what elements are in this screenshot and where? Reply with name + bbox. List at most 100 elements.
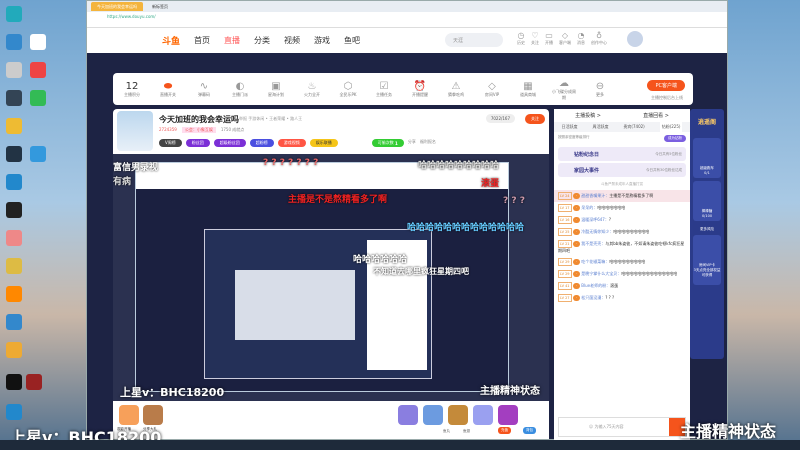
chance-pill[interactable]: 可偷次数 1 (371, 139, 404, 147)
home-events-banner[interactable]: 家园大事件 今日共有30位粉丝达成 (558, 163, 686, 177)
anniversary-banner[interactable]: 钻粉纪念日 今日共有5位粉丝 (558, 147, 686, 161)
tool-fire[interactable]: ♨ 火力全开 (299, 81, 325, 98)
file-icon[interactable] (30, 34, 46, 50)
username[interactable]: 呆呆的： (581, 205, 597, 210)
tool-danmaku-code[interactable]: ∿ 弹幕码 (191, 81, 217, 98)
pc-client-button[interactable]: PC客户端 (647, 80, 685, 91)
tool-pk[interactable]: ⬡ 全民乐PK (335, 81, 361, 98)
super-car-item[interactable]: 超级跑车 0/1 (693, 138, 721, 178)
follow-button[interactable]: ♡ 关注 (531, 31, 539, 46)
app-icon[interactable] (6, 258, 22, 274)
gift-item[interactable] (473, 405, 493, 425)
username[interactable]: Blue老师的粉： (581, 283, 610, 288)
replay-link[interactable]: 直播回看 > (643, 112, 669, 119)
nav-game[interactable]: 游戏 (314, 35, 330, 46)
tool-game[interactable]: ⚠ 猜拳吃鸡 (443, 81, 469, 98)
tab-new[interactable]: 新标签页 (146, 2, 174, 11)
username[interactable]: 吃个花椒菜嘛： (581, 259, 609, 264)
weekly-rank-pill[interactable]: V周榜 (159, 139, 182, 147)
recharge-button[interactable]: 充值 (498, 427, 511, 434)
backpack-button[interactable]: 背包 (523, 427, 536, 434)
history-button[interactable]: ◷ 历史 (517, 31, 525, 46)
share-button[interactable]: 分享 (408, 139, 416, 147)
tab-active[interactable]: 今天加班的我会幸运吗 (91, 2, 143, 11)
username[interactable]: 我不是壳壳： (581, 241, 605, 246)
app-icon[interactable] (6, 404, 22, 420)
chat-message: LV 17 · 呆呆的：哈哈哈哈哈哈哈 (554, 202, 690, 214)
nav-category[interactable]: 分类 (254, 35, 270, 46)
username[interactable]: 冷酷无情你知少： (581, 229, 613, 234)
chat-messages: LV 24 · 甜甜香嘴果汁：主播是不是熬精看多了啊 LV 17 · 呆呆的：哈哈… (554, 190, 690, 304)
steam-icon[interactable] (6, 146, 22, 162)
app-icon[interactable] (6, 230, 22, 246)
recycle-bin-icon[interactable] (6, 62, 22, 78)
streamer-avatar[interactable] (117, 111, 153, 151)
tool-shop[interactable]: ▦ 道具商城 (515, 81, 541, 98)
address-bar[interactable]: https://www.douyu.com/ (87, 12, 727, 21)
tab-daily[interactable]: 日活跃度 (561, 124, 577, 130)
username[interactable]: 是晚宁掌什么大宝贝： (581, 271, 621, 276)
super-fans-pill[interactable]: 超级粉丝团 (213, 139, 246, 147)
nav-video[interactable]: 视频 (284, 35, 300, 46)
app-icon[interactable] (6, 202, 22, 218)
join-fans-button[interactable]: 成为钻粉 (664, 135, 686, 142)
gift-item[interactable] (448, 405, 468, 425)
tool-more[interactable]: ⊖ 更多 (587, 81, 613, 98)
video-player[interactable]: 富信男录视 有病 ? ? ? ? ? ? ? 哈哈哈哈哈哈哈哈哈 主播是不是熬精… (113, 154, 549, 401)
user-avatar[interactable] (627, 31, 643, 47)
netease-music-icon[interactable] (30, 62, 46, 78)
start-live-button[interactable]: ▭ 开播 (545, 31, 553, 46)
tool-reminder[interactable]: ⏰ 开播提醒 (407, 81, 433, 98)
nav-yuba[interactable]: 鱼吧 (344, 35, 360, 46)
gift-item[interactable] (498, 405, 518, 425)
tab-diamond[interactable]: 钻粉(225) (659, 122, 683, 132)
app-icon[interactable] (6, 90, 22, 106)
cloud-icon[interactable] (30, 146, 46, 162)
qq-icon[interactable] (6, 374, 22, 390)
douyu-logo[interactable]: 斗鱼 (162, 34, 180, 47)
super-fans-rank-pill[interactable]: 超粉榜 (249, 139, 274, 147)
gift-item[interactable] (143, 405, 163, 425)
tool-live-toggle[interactable]: ⬬ 直播开关 (155, 81, 181, 98)
tool-vip[interactable]: ◇ 房间VIP (479, 81, 505, 98)
tool-star-plan[interactable]: ▣ 星海计划 (263, 81, 289, 98)
messages-button[interactable]: ◔ 消息 (577, 31, 585, 46)
game-video-pill[interactable]: 游戏视频 (277, 139, 306, 147)
app-icon[interactable] (6, 6, 22, 22)
app-icon[interactable] (6, 34, 22, 50)
app-icon[interactable] (6, 342, 22, 358)
chat-input[interactable]: ☺ 为输入75天内容 (558, 417, 686, 437)
streamer-score[interactable]: 12 主播积分 (119, 81, 145, 98)
report-button[interactable]: 福利报名 (420, 139, 436, 147)
app-icon[interactable] (6, 314, 22, 330)
tool-ufo[interactable]: ☁ 小飞碟分成周期 (551, 78, 577, 101)
wechat-icon[interactable] (30, 90, 46, 106)
nav-live[interactable]: 直播 (224, 35, 240, 46)
app-icon[interactable] (6, 118, 22, 134)
tab-weekly[interactable]: 周活跃度 (592, 124, 608, 130)
tool-sect[interactable]: ◐ 主播门派 (227, 81, 253, 98)
follow-button[interactable]: 关注 (525, 114, 545, 124)
gift-item[interactable] (398, 405, 418, 425)
app-icon[interactable] (6, 174, 22, 190)
app-icon[interactable] (6, 286, 22, 302)
gift-item[interactable] (119, 405, 139, 425)
username[interactable]: 甜甜香嘴果汁： (581, 193, 609, 198)
username[interactable]: 温暖深呼647： (581, 217, 609, 222)
username[interactable]: 松只菌没漫： (581, 295, 605, 300)
tool-tasks[interactable]: ☑ 主播任务 (371, 81, 397, 98)
gift-item[interactable] (423, 405, 443, 425)
entertainment-pill[interactable]: 娱乐联播 (309, 139, 338, 147)
streamer-posts-link[interactable]: 主播投稿 > (575, 112, 601, 119)
tab-vip[interactable]: 贵宾(7402) (623, 124, 644, 130)
lollipop-item[interactable]: 棒棒糖 0/100 (693, 181, 721, 221)
creator-center-button[interactable]: ♁ 创作中心 (591, 31, 607, 46)
level-badge: LV 25 (558, 228, 572, 236)
search-input[interactable]: 天涯 (445, 33, 503, 47)
nav-home[interactable]: 首页 (194, 35, 210, 46)
client-button[interactable]: ◇ 客户端 (559, 31, 571, 46)
guild[interactable]: 公会：小象互娱 (181, 127, 216, 133)
fans-pill[interactable]: 粉丝团 (185, 139, 210, 147)
vip-card-item[interactable]: 房间VIP卡 3天点亮全部权益可获得 (693, 235, 721, 285)
app-icon[interactable] (26, 374, 42, 390)
